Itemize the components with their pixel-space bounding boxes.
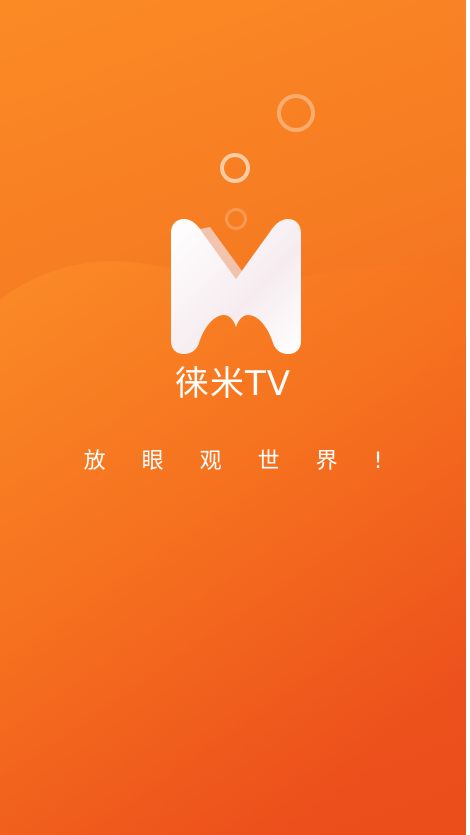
slogan-text: 放眼观世界!	[83, 449, 419, 474]
screen-edge	[466, 0, 470, 835]
background-wave-shape	[0, 261, 466, 835]
app-name: 徕米TV	[174, 364, 292, 404]
m-logo-icon	[171, 219, 301, 354]
splash-screen: 徕米TV 放眼观世界!	[0, 0, 466, 835]
bubble-decoration-large	[277, 94, 315, 132]
bubble-decoration-medium	[220, 153, 250, 183]
